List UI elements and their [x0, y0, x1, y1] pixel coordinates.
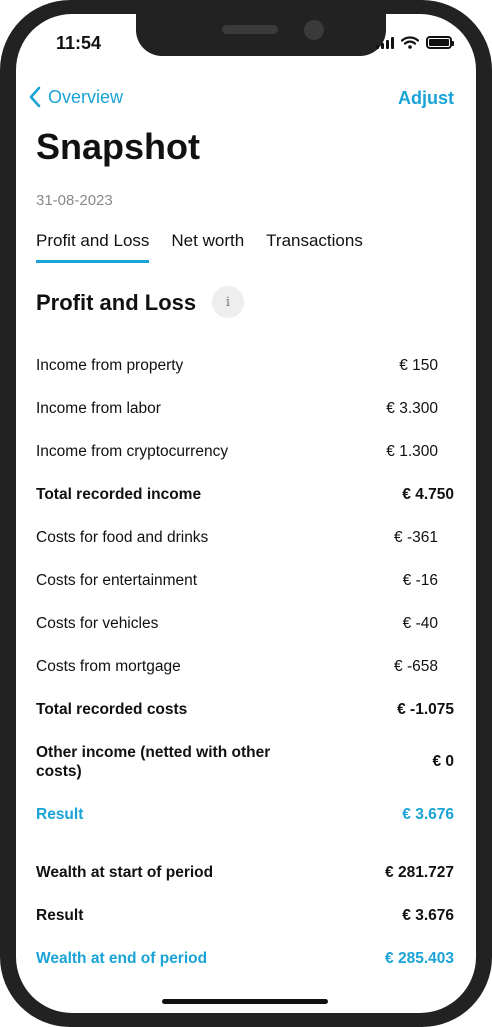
list-item: Income from labor € 3.300: [36, 400, 454, 418]
speaker-grille: [222, 25, 278, 34]
notch: [136, 14, 386, 56]
phone-frame: 11:54 Overview Adjust Snapshot 31-08-202…: [0, 0, 492, 1027]
row-label: Income from cryptocurrency: [36, 443, 229, 460]
snapshot-date: 31-08-2023: [36, 192, 113, 209]
result-row: Result € 3.676: [36, 806, 454, 824]
signal-icon: [376, 36, 394, 49]
wealth-end-row: Wealth at end of period € 285.403: [36, 950, 454, 968]
list-item: Income from property € 150: [36, 357, 454, 375]
chevron-left-icon: [29, 86, 41, 108]
list-item: Costs for entertainment € -16: [36, 572, 454, 590]
row-label: Costs from mortgage: [36, 658, 181, 675]
wealth-start-row: Wealth at start of period € 281.727: [36, 864, 454, 882]
row-label: Total recorded costs: [36, 701, 188, 718]
list-item: Income from cryptocurrency € 1.300: [36, 443, 454, 461]
row-label: Result: [36, 907, 84, 924]
battery-icon: [426, 36, 454, 49]
page-title: Snapshot: [36, 126, 201, 167]
row-amount: € 3.676: [402, 806, 454, 823]
back-button[interactable]: Overview: [28, 86, 123, 108]
section-title: Profit and Loss: [36, 290, 197, 315]
row-amount: € -1.075: [397, 701, 454, 718]
row-label: Other income (netted with other costs): [36, 744, 271, 780]
row-amount: € 0: [432, 753, 454, 770]
back-label: Overview: [48, 86, 124, 107]
total-costs-row: Total recorded costs € -1.075: [36, 701, 454, 719]
row-label: Income from labor: [36, 400, 161, 417]
status-icons: [376, 36, 454, 49]
row-label: Costs for food and drinks: [36, 529, 209, 546]
camera-icon: [304, 20, 324, 40]
row-label: Result: [36, 806, 84, 823]
tab-transactions[interactable]: Transactions: [266, 231, 363, 263]
row-amount: € -16: [402, 572, 438, 589]
row-amount: € 3.300: [386, 400, 438, 417]
wifi-icon: [401, 36, 419, 49]
app-screen: 11:54 Overview Adjust Snapshot 31-08-202…: [16, 14, 476, 1013]
result-summary-row: Result € 3.676: [36, 907, 454, 925]
row-amount: € -40: [402, 615, 438, 632]
row-label: Income from property: [36, 357, 184, 374]
row-amount: € 281.727: [385, 864, 454, 881]
list-item: Costs for vehicles € -40: [36, 615, 454, 633]
list-item: Costs for food and drinks € -361: [36, 529, 454, 547]
row-amount: € -361: [394, 529, 438, 546]
row-amount: € 1.300: [386, 443, 438, 460]
row-label: Costs for vehicles: [36, 615, 159, 632]
info-icon[interactable]: i: [212, 286, 244, 318]
other-income-row: Other income (netted with other costs) €…: [36, 743, 454, 781]
status-time: 11:54: [56, 33, 102, 53]
home-indicator[interactable]: [162, 999, 328, 1004]
row-label: Wealth at end of period: [36, 950, 208, 967]
row-amount: € 150: [399, 357, 438, 374]
adjust-button[interactable]: Adjust: [398, 88, 454, 109]
row-amount: € 3.676: [402, 907, 454, 924]
row-label: Wealth at start of period: [36, 864, 214, 881]
tab-net-worth[interactable]: Net worth: [171, 231, 244, 263]
row-amount: € 285.403: [385, 950, 454, 967]
total-income-row: Total recorded income € 4.750: [36, 486, 454, 504]
row-label: Costs for entertainment: [36, 572, 198, 589]
tab-profit-and-loss[interactable]: Profit and Loss: [36, 231, 150, 263]
list-item: Costs from mortgage € -658: [36, 658, 454, 676]
row-label: Total recorded income: [36, 486, 202, 503]
tab-bar: Profit and Loss Net worth Transactions: [36, 231, 363, 263]
row-amount: € 4.750: [402, 486, 454, 503]
row-amount: € -658: [394, 658, 438, 675]
